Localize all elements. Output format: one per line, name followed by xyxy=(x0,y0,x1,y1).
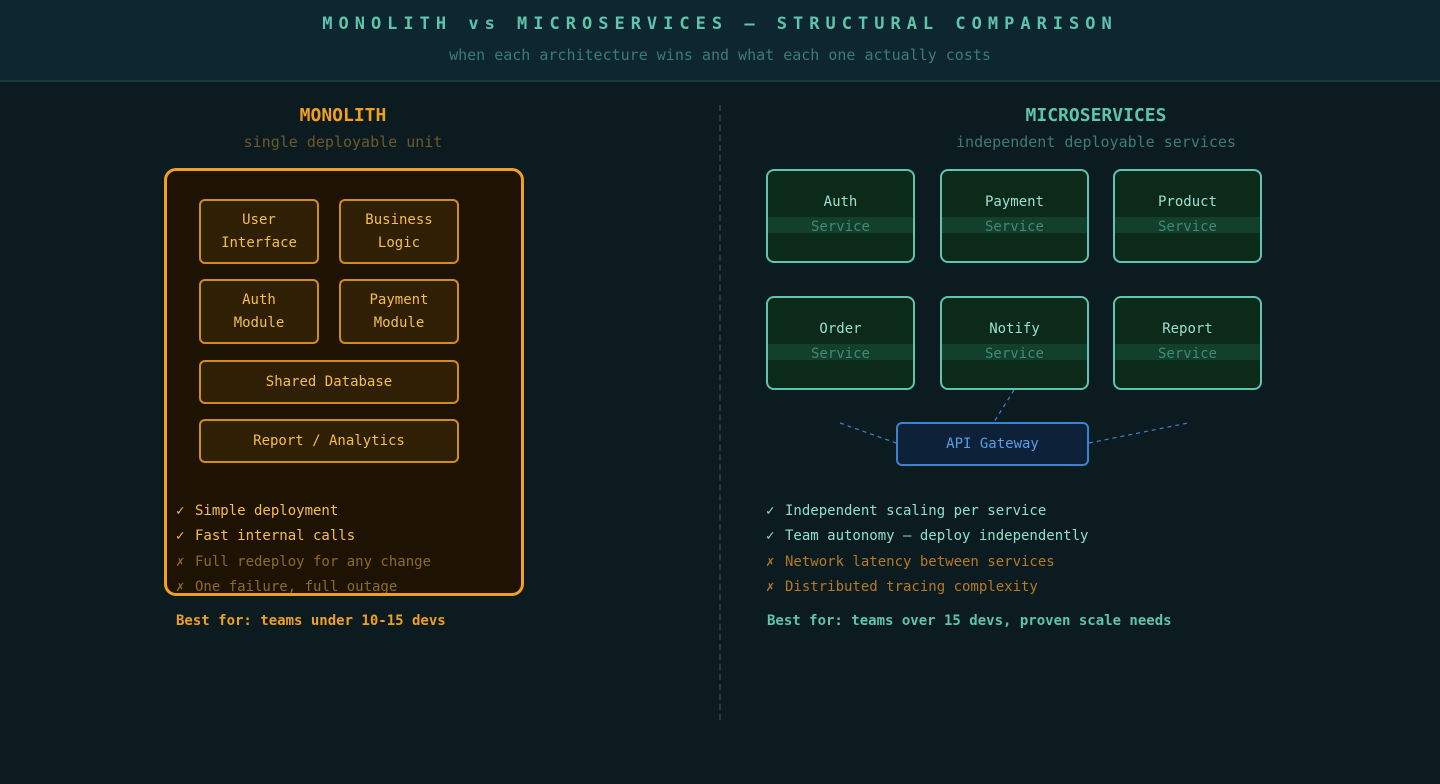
check-icon: ✓ xyxy=(766,528,775,544)
con-text: Distributed tracing complexity xyxy=(785,579,1038,595)
service-auth: Auth Service xyxy=(766,169,915,263)
gateway-connectors xyxy=(839,389,1189,444)
pro-text: Team autonomy — deploy independently xyxy=(785,528,1089,544)
service-product: Product Service xyxy=(1113,169,1262,263)
check-icon: ✓ xyxy=(766,503,775,519)
service-name: Product xyxy=(1157,194,1217,210)
service-notify: Notify Service xyxy=(940,296,1089,390)
cross-icon: ✗ xyxy=(766,554,775,570)
service-type: Service xyxy=(984,219,1044,235)
service-order: Order Service xyxy=(766,296,915,390)
service-name: Auth xyxy=(823,194,858,210)
pro-item: ✓ Team autonomy — deploy independently xyxy=(766,528,1088,544)
con-item: ✗ Network latency between services xyxy=(766,554,1055,570)
service-report: Report Service xyxy=(1113,296,1262,390)
service-type: Service xyxy=(1157,346,1217,362)
service-type: Service xyxy=(810,219,870,235)
service-type: Service xyxy=(1157,219,1217,235)
connector-line xyxy=(1088,422,1189,444)
service-name: Order xyxy=(819,321,862,337)
cross-icon: ✗ xyxy=(766,579,775,595)
pro-text: Independent scaling per service xyxy=(785,503,1047,519)
service-type: Service xyxy=(984,346,1044,362)
service-name: Notify xyxy=(989,321,1040,337)
microservices-tradeoffs: ✓ Independent scaling per service ✓ Team a… xyxy=(766,503,1326,603)
service-payment: Payment Service xyxy=(940,169,1089,263)
microservices-best-for: Best for: teams over 15 devs, proven sca… xyxy=(767,613,1172,629)
connector-line xyxy=(839,422,897,444)
con-item: ✗ Distributed tracing complexity xyxy=(766,579,1038,595)
pro-item: ✓ Independent scaling per service xyxy=(766,503,1046,519)
service-name: Payment xyxy=(984,194,1044,210)
service-type: Service xyxy=(810,346,870,362)
connector-line xyxy=(993,389,1015,423)
con-text: Network latency between services xyxy=(785,554,1055,570)
service-name: Report xyxy=(1162,321,1213,337)
api-gateway: API Gateway xyxy=(896,422,1089,466)
